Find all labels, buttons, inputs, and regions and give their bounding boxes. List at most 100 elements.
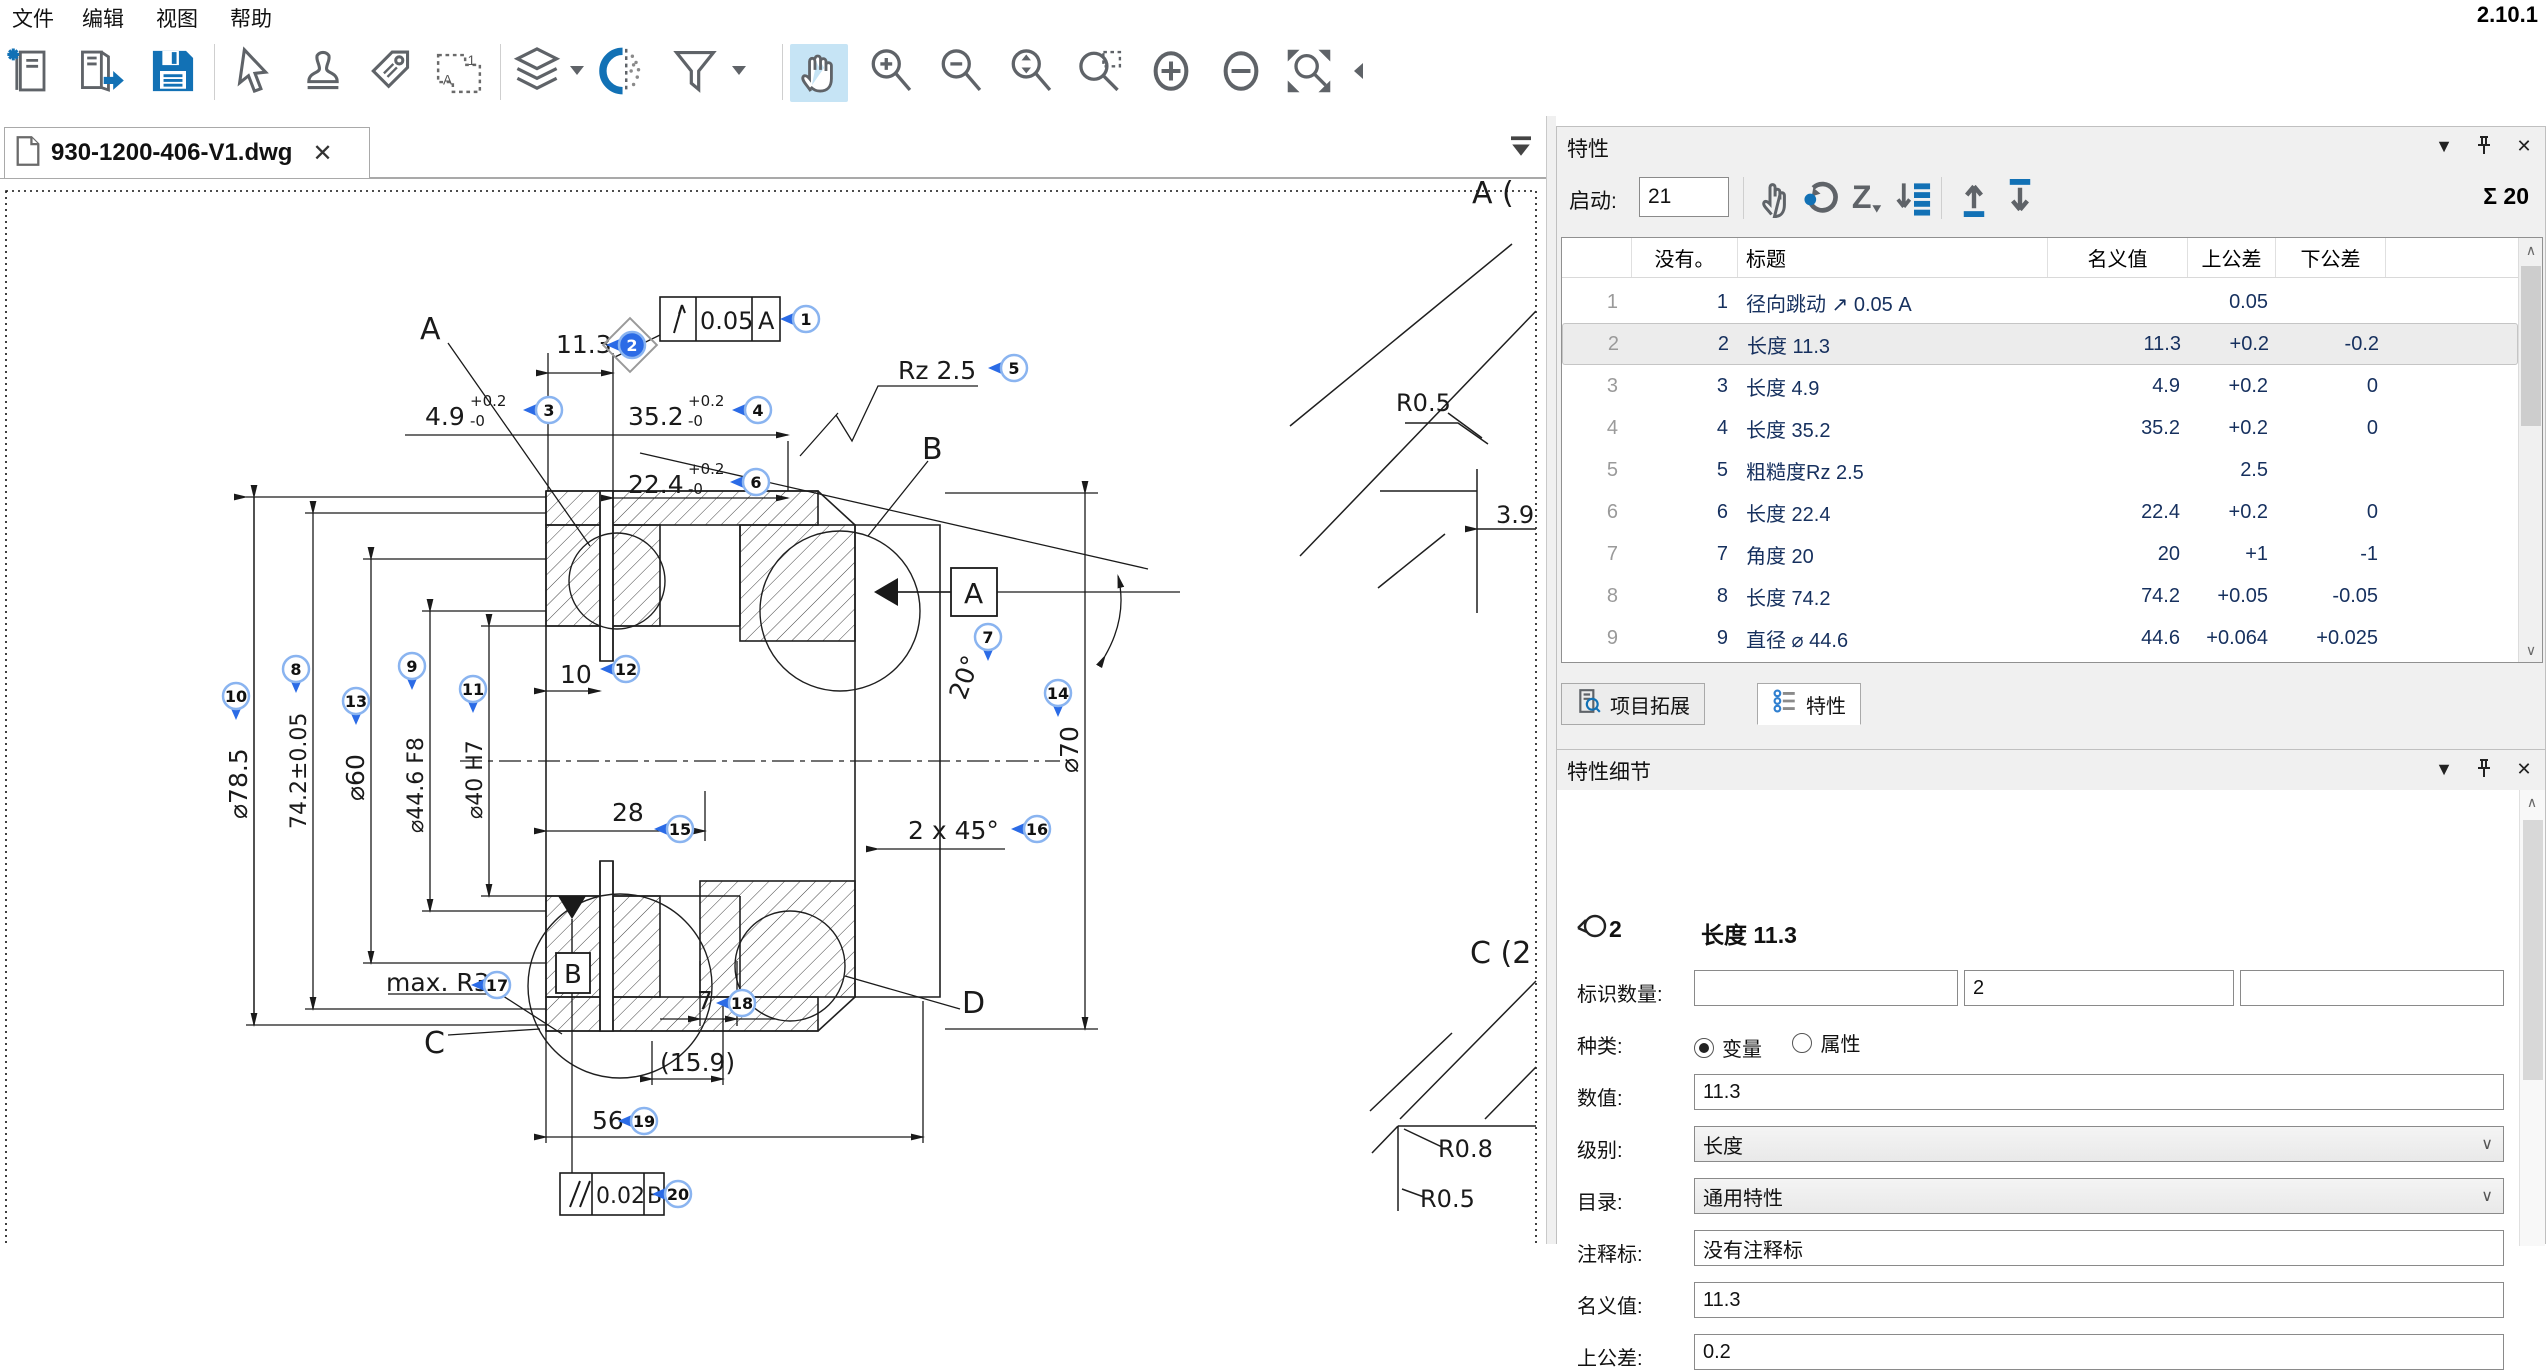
table-row[interactable]: 44长度 35.235.2+0.20 bbox=[1562, 407, 2518, 449]
balloon-10: 10 bbox=[223, 683, 249, 720]
svg-text:10: 10 bbox=[560, 660, 592, 689]
table-row[interactable]: 33长度 4.94.9+0.20 bbox=[1562, 365, 2518, 407]
id-count-input-1[interactable] bbox=[1694, 970, 1958, 1006]
detail-pin-icon[interactable] bbox=[2473, 758, 2495, 780]
svg-text:D: D bbox=[962, 986, 985, 1021]
balloon-pin-group: 7 8 9 10 11 13 14 bbox=[223, 624, 1071, 725]
col-no[interactable]: 没有。 bbox=[1632, 238, 1738, 277]
pick-balloon-button[interactable] bbox=[1753, 175, 1799, 221]
table-scrollbar-thumb[interactable] bbox=[2521, 266, 2541, 426]
detail-close-icon[interactable]: ✕ bbox=[2513, 758, 2535, 780]
stamp-tool-button[interactable] bbox=[294, 44, 352, 102]
radio-variable[interactable]: 变量 bbox=[1694, 1033, 1762, 1062]
filter-button[interactable] bbox=[666, 44, 724, 102]
svg-text:B: B bbox=[564, 960, 582, 990]
scroll-up-icon[interactable]: ∧ bbox=[2519, 238, 2543, 262]
datum-a: A bbox=[874, 568, 997, 616]
start-number-input[interactable] bbox=[1639, 177, 1729, 217]
note-input[interactable] bbox=[1694, 1230, 2504, 1266]
layers-dropdown-arrow[interactable] bbox=[570, 66, 584, 75]
value-input[interactable] bbox=[1694, 1074, 2504, 1110]
col-title[interactable]: 标题 bbox=[1738, 238, 2048, 277]
region-select-tool-button[interactable]: 1 A bbox=[430, 44, 488, 102]
svg-text:⌀44.6 F8: ⌀44.6 F8 bbox=[404, 737, 429, 833]
nominal-input[interactable] bbox=[1694, 1282, 2504, 1318]
panel-close-icon[interactable]: ✕ bbox=[2513, 135, 2535, 157]
table-row[interactable]: 11径向跳动 ↗ 0.05 A0.05 bbox=[1562, 281, 2518, 323]
table-row[interactable]: 88长度 74.274.2+0.05-0.05 bbox=[1562, 575, 2518, 617]
svg-text:B: B bbox=[922, 432, 943, 467]
layers-button[interactable] bbox=[508, 44, 566, 102]
svg-text:19: 19 bbox=[633, 1112, 655, 1131]
pan-tool-button[interactable] bbox=[790, 44, 848, 102]
tab-project-expand[interactable]: 项目拓展 bbox=[1561, 683, 1705, 725]
document-tab[interactable]: 930-1200-406-V1.dwg ✕ bbox=[4, 127, 370, 178]
scroll-up-icon[interactable]: ∧ bbox=[2520, 790, 2544, 814]
svg-text:13: 13 bbox=[345, 692, 367, 711]
panel-pin-icon[interactable] bbox=[2473, 135, 2495, 157]
tab-characteristics[interactable]: 特性 bbox=[1757, 683, 1861, 725]
table-scrollbar[interactable]: ∧ ∨ bbox=[2518, 238, 2542, 662]
table-row[interactable]: 77角度 2020+1-1 bbox=[1562, 533, 2518, 575]
col-upper[interactable]: 上公差 bbox=[2188, 238, 2276, 277]
catalog-select[interactable]: 通用特性∨ bbox=[1694, 1178, 2504, 1214]
svg-text:12: 12 bbox=[615, 660, 637, 679]
scroll-down-icon[interactable]: ∨ bbox=[2519, 638, 2543, 662]
open-file-button[interactable] bbox=[70, 44, 128, 102]
save-button[interactable] bbox=[144, 44, 202, 102]
export-button[interactable] bbox=[1997, 175, 2043, 221]
detail-scrollbar-thumb[interactable] bbox=[2523, 820, 2543, 1080]
svg-text:20°: 20° bbox=[943, 651, 985, 703]
catalog-select-value: 通用特性 bbox=[1703, 1182, 1783, 1211]
renumber-z-button[interactable]: Z bbox=[1845, 175, 1891, 221]
new-file-button[interactable] bbox=[2, 44, 60, 102]
svg-text:Z: Z bbox=[1852, 179, 1872, 215]
panel-splitter[interactable] bbox=[1546, 116, 1556, 1244]
select-tool-button[interactable] bbox=[226, 44, 284, 102]
tag-tool-button[interactable] bbox=[362, 44, 420, 102]
svg-text:Rz 2.5: Rz 2.5 bbox=[898, 356, 976, 385]
increase-button[interactable] bbox=[1142, 44, 1200, 102]
tag-icon bbox=[365, 45, 417, 102]
import-button[interactable] bbox=[1951, 175, 1997, 221]
table-row[interactable]: 55粗糙度Rz 2.52.5 bbox=[1562, 449, 2518, 491]
table-row-selected[interactable]: 22长度 11.311.3+0.2-0.2 bbox=[1562, 323, 2518, 365]
upper-tolerance-input[interactable] bbox=[1694, 1334, 2504, 1370]
tab-list-button[interactable] bbox=[1506, 134, 1536, 165]
detail-scrollbar[interactable]: ∧ bbox=[2519, 790, 2545, 1246]
detail-dropdown-icon[interactable]: ▼ bbox=[2433, 758, 2455, 780]
drawing-canvas[interactable]: 11.3 4.9 +0.2 -0 35.2 +0.2 -0 22.4 +0.2 … bbox=[0, 178, 1546, 1244]
fcf-parallel: 0.02 B bbox=[560, 1173, 664, 1215]
table-row[interactable]: 66长度 22.422.4+0.20 bbox=[1562, 491, 2518, 533]
svg-text:74.2±0.05: 74.2±0.05 bbox=[287, 713, 312, 829]
plus-circle-icon bbox=[1145, 45, 1197, 102]
radio-attribute[interactable]: 属性 bbox=[1792, 1028, 1860, 1057]
zoom-dynamic-button[interactable] bbox=[1002, 44, 1060, 102]
toolbar-collapse-button[interactable] bbox=[1346, 44, 1372, 102]
balloon-list-button[interactable] bbox=[1891, 175, 1937, 221]
class-select-value: 长度 bbox=[1703, 1130, 1743, 1159]
col-nominal[interactable]: 名义值 bbox=[2048, 238, 2188, 277]
decrease-button[interactable] bbox=[1212, 44, 1270, 102]
mirror-button[interactable] bbox=[596, 44, 654, 102]
zoom-fit-button[interactable] bbox=[1280, 44, 1338, 102]
renumber-rotate-button[interactable] bbox=[1799, 175, 1845, 221]
zoom-window-button[interactable] bbox=[1072, 44, 1130, 102]
panel-dropdown-icon[interactable]: ▼ bbox=[2433, 135, 2455, 157]
zoom-in-button[interactable] bbox=[862, 44, 920, 102]
filter-dropdown-arrow[interactable] bbox=[732, 66, 746, 75]
balloon-glyph-icon bbox=[1575, 912, 1609, 947]
class-select[interactable]: 长度∨ bbox=[1694, 1126, 2504, 1162]
svg-text:A: A bbox=[758, 307, 775, 335]
id-count-input-2[interactable] bbox=[1964, 970, 2234, 1006]
col-lower[interactable]: 下公差 bbox=[2276, 238, 2386, 277]
characteristics-table: 没有。 标题 名义值 上公差 下公差 11径向跳动 ↗ 0.05 A0.05 2… bbox=[1561, 237, 2543, 663]
tab-close-icon[interactable]: ✕ bbox=[312, 139, 332, 168]
start-row: 启动: Z bbox=[1557, 171, 2545, 229]
filter-icon bbox=[668, 44, 722, 103]
id-count-input-3[interactable] bbox=[2240, 970, 2504, 1006]
detail-characteristic-title: 长度 11.3 bbox=[1701, 916, 1797, 950]
table-row[interactable]: 99直径 ⌀ 44.644.6+0.064+0.025 bbox=[1562, 617, 2518, 659]
zoom-out-button[interactable] bbox=[932, 44, 990, 102]
save-icon bbox=[147, 45, 199, 102]
